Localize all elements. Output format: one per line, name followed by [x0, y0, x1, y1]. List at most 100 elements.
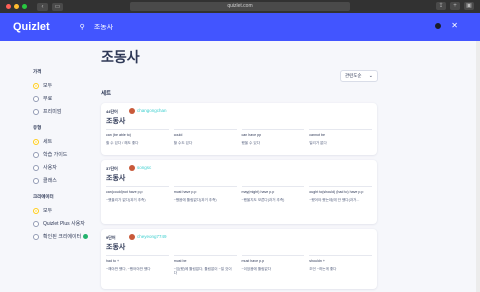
term-definition: ~이었음에 틀림없다 [241, 266, 272, 271]
study-set-card[interactable]: 37단어 songsc 조동사 can(could)not have p.p ~했을리가… [101, 160, 377, 224]
filter-option[interactable]: 모두 [33, 80, 97, 91]
filter-option[interactable]: 모두 [33, 205, 97, 216]
term-definition: 할 수도 있다 [173, 140, 193, 145]
radio-button[interactable] [33, 233, 39, 240]
scrollbar[interactable] [476, 41, 480, 292]
app-header: Quizlet ⚲ ✕ [0, 13, 480, 41]
filter-option[interactable]: 세트 [33, 136, 97, 147]
radio-button[interactable] [33, 207, 39, 214]
filter-option-label: 확인된 크리에이터 [43, 234, 82, 240]
quizlet-logo[interactable]: Quizlet [13, 21, 50, 33]
term-word: must have p.p [173, 190, 197, 194]
filter-option[interactable]: Quizlet Plus 사용자 [33, 218, 97, 229]
term-definition: ~임(했)에 틀림없다, 틀림없이 ~일 것이다 [173, 266, 232, 276]
username-link[interactable]: changongchan [137, 108, 167, 113]
sort-dropdown[interactable]: 관련도순 ⌄ [340, 70, 378, 82]
search-input[interactable] [93, 23, 294, 31]
avatar[interactable] [129, 234, 135, 240]
set-title[interactable]: 조동사 [106, 242, 125, 252]
filter-option-label: 프리미엄 [43, 109, 62, 115]
filter-option[interactable]: 확인된 크리에이터 [33, 231, 97, 242]
term-preview: must have p.p ~이었음에 틀림없다 [241, 255, 305, 276]
filter-option[interactable]: 프리미엄 [33, 106, 97, 117]
back-button[interactable]: ‹ [37, 2, 48, 11]
filter-option-label: 세트 [43, 139, 53, 145]
set-title[interactable]: 조동사 [106, 116, 125, 126]
radio-button[interactable] [33, 177, 39, 184]
filter-option[interactable]: 학습 가이드 [33, 149, 97, 160]
url-text: quizlet.com [227, 3, 253, 9]
term-word: can(could)not have p.p [106, 190, 143, 194]
sidebar-toggle-button[interactable]: ▭ [52, 2, 63, 11]
term-word: may(might) have p.p [241, 190, 275, 194]
filter-sidebar: 가격 모두 무료 프리미엄 유형 세트 학습 가이드 사용자 클래스 크리에이터 모두 Quizlet… [33, 69, 97, 250]
username-link[interactable]: cheyeong7749 [137, 234, 167, 239]
filter-group: 크리에이터모두 Quizlet Plus 사용자확인된 크리에이터 [33, 194, 97, 242]
term-word: must have p.p [241, 259, 265, 263]
term-definition: ~해야만 했다, ~했어야만 했다 [106, 266, 151, 271]
zoom-window-button[interactable] [22, 4, 27, 9]
radio-button[interactable] [33, 220, 39, 227]
term-definition: ~했어야 했는데(에 안 했다(과거... [309, 197, 360, 202]
window-controls [6, 4, 27, 9]
filter-option-label: 모두 [43, 83, 53, 89]
term-preview: had to + ~해야만 했다, ~했어야만 했다 [106, 255, 169, 276]
filter-option[interactable]: 사용자 [33, 162, 97, 173]
study-set-card[interactable]: 9단어 cheyeong7749 조동사 had to + ~해야만 했다, ~했어야만… [101, 229, 377, 289]
filter-group-heading: 크리에이터 [33, 194, 54, 199]
term-word: ought to(should) (had to) have p.p [309, 190, 364, 194]
filter-option[interactable]: 클래스 [33, 175, 97, 186]
tabs-icon[interactable]: ▣ [464, 2, 474, 10]
header-actions: ✕ [435, 22, 458, 30]
filter-option-label: 클래스 [43, 178, 57, 184]
set-title[interactable]: 조동사 [106, 173, 125, 183]
radio-button[interactable] [33, 138, 39, 145]
radio-button[interactable] [33, 151, 39, 158]
share-icon[interactable]: ⇪ [436, 2, 446, 10]
new-tab-icon[interactable]: + [450, 2, 460, 10]
browser-actions: ⇪ + ▣ [436, 2, 474, 10]
minimize-window-button[interactable] [14, 4, 19, 9]
term-count: 37단어 [106, 166, 118, 171]
address-bar[interactable]: quizlet.com [130, 2, 350, 11]
term-preview-grid: can(could)not have p.p ~했을리가 없다(과거 추측) mus… [106, 186, 372, 202]
filter-group-heading: 가격 [33, 69, 42, 74]
term-definition: ~했을리가 없다(과거 추측) [106, 197, 146, 202]
term-word: can have pp [241, 133, 262, 137]
term-preview: must be ~임(했)에 틀림없다, 틀림없이 ~일 것이다 [173, 255, 237, 276]
term-preview: can(could)not have p.p ~했을리가 없다(과거 추측) [106, 186, 169, 202]
term-preview: shouldn + 조언 ~하는게 좋다 [309, 255, 372, 276]
radio-button[interactable] [33, 82, 39, 89]
term-word: must be [173, 259, 187, 263]
filter-option-label: 학습 가이드 [43, 152, 68, 158]
filter-group: 가격모두무료프리미엄 [33, 69, 97, 117]
term-definition: ~했음에 틀림없다(과거 추측) [173, 197, 217, 202]
radio-button[interactable] [33, 164, 39, 171]
radio-button[interactable] [33, 108, 39, 115]
term-word: had to + [106, 259, 120, 263]
term-preview: may(might) have p.p ~했을지도 모른다(과거 추측) [241, 186, 305, 202]
close-window-button[interactable] [6, 4, 11, 9]
avatar[interactable] [129, 165, 135, 171]
term-definition: 할 수 있다 / 해도 좋다 [106, 140, 139, 145]
filter-option[interactable]: 무료 [33, 93, 97, 104]
close-search-icon[interactable]: ✕ [451, 22, 458, 30]
sort-label: 관련도순 [345, 73, 362, 78]
sets-section-label: 세트 [101, 91, 112, 97]
filter-option-label: Quizlet Plus 사용자 [43, 221, 85, 227]
study-set-card[interactable]: 44단어 changongchan 조동사 can (be able to) 할 수 있… [101, 103, 377, 155]
term-word: shouldn + [309, 259, 325, 263]
term-preview: can (be able to) 할 수 있다 / 해도 좋다 [106, 129, 169, 145]
settings-icon[interactable] [435, 23, 442, 29]
term-word: could [173, 133, 183, 137]
username-link[interactable]: songsc [137, 165, 151, 170]
term-definition: 했을 수 있다 [241, 140, 261, 145]
term-preview: can have pp 했을 수 있다 [241, 129, 305, 145]
filter-group: 유형 세트 학습 가이드 사용자 클래스 [33, 125, 97, 186]
term-preview: ought to(should) (had to) have p.p ~했어야 했… [309, 186, 372, 202]
filter-option-label: 사용자 [43, 165, 57, 171]
chevron-down-icon: ⌄ [368, 73, 373, 79]
radio-button[interactable] [33, 95, 39, 102]
avatar[interactable] [129, 108, 135, 114]
verified-check-icon [83, 234, 89, 239]
